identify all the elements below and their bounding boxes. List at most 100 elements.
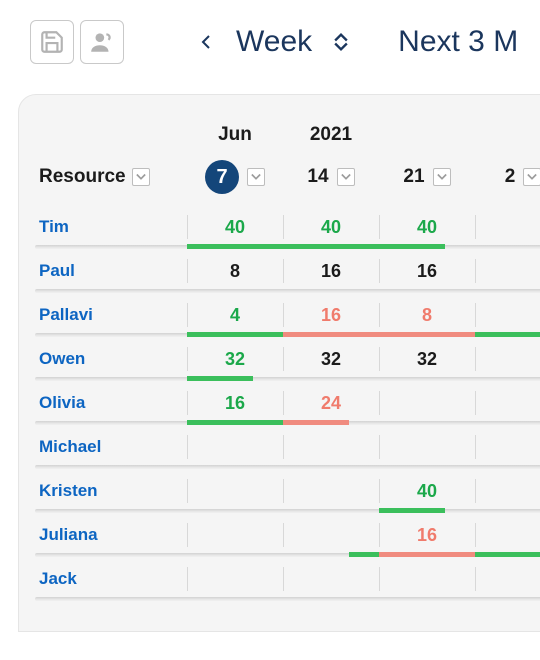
allocation-rows: Tim404040Paul81616Pallavi4168Owen323232O… bbox=[19, 205, 540, 601]
allocation-bar bbox=[187, 376, 253, 381]
period-selector[interactable]: Week bbox=[236, 25, 348, 59]
allocation-cell[interactable]: 4 bbox=[187, 293, 283, 337]
date-label: 14 bbox=[307, 166, 328, 188]
period-label: Week bbox=[236, 25, 312, 59]
allocation-cell[interactable] bbox=[475, 557, 540, 601]
date-column-header[interactable]: 21 bbox=[379, 159, 475, 195]
allocation-value: 32 bbox=[321, 349, 341, 370]
allocation-cell[interactable]: 8 bbox=[379, 293, 475, 337]
date-label: 21 bbox=[403, 166, 424, 188]
allocation-value: 40 bbox=[417, 481, 437, 502]
allocation-bar bbox=[187, 420, 283, 425]
chevron-up-icon bbox=[334, 32, 348, 42]
range-label[interactable]: Next 3 M bbox=[398, 25, 518, 59]
resource-name-link[interactable]: Tim bbox=[19, 205, 187, 249]
allocation-cell[interactable] bbox=[475, 205, 540, 249]
chevron-down-icon bbox=[437, 173, 447, 181]
allocation-bar bbox=[379, 244, 445, 249]
allocation-cell[interactable]: 40 bbox=[379, 205, 475, 249]
allocation-value: 40 bbox=[225, 217, 245, 238]
allocation-bar bbox=[349, 552, 379, 557]
assign-user-icon bbox=[89, 29, 115, 55]
chevron-down-icon bbox=[334, 42, 348, 52]
allocation-cell[interactable]: 32 bbox=[187, 337, 283, 381]
date-column-header[interactable]: 7 bbox=[187, 159, 283, 195]
allocation-cell[interactable] bbox=[475, 337, 540, 381]
resource-name-link[interactable]: Michael bbox=[19, 425, 187, 469]
allocation-cell[interactable]: 32 bbox=[283, 337, 379, 381]
resource-name-link[interactable]: Kristen bbox=[19, 469, 187, 513]
allocation-cell[interactable] bbox=[187, 513, 283, 557]
allocation-cell[interactable] bbox=[187, 425, 283, 469]
allocation-bar bbox=[283, 244, 379, 249]
allocation-bar bbox=[187, 244, 283, 249]
period-stepper[interactable] bbox=[334, 32, 348, 52]
date-column-header[interactable]: 2 bbox=[475, 159, 540, 195]
assign-user-button[interactable] bbox=[80, 20, 124, 64]
table-row: Jack bbox=[19, 557, 540, 601]
allocation-value: 8 bbox=[422, 305, 432, 326]
allocation-cell[interactable]: 24 bbox=[283, 381, 379, 425]
resource-column-header[interactable]: Resource bbox=[19, 159, 187, 195]
allocation-cell[interactable] bbox=[379, 557, 475, 601]
date-filter-button[interactable] bbox=[337, 168, 355, 186]
resource-header-label: Resource bbox=[39, 166, 126, 188]
allocation-bar bbox=[379, 552, 475, 557]
save-button[interactable] bbox=[30, 20, 74, 64]
allocation-cell[interactable] bbox=[283, 425, 379, 469]
resource-name-link[interactable]: Olivia bbox=[19, 381, 187, 425]
date-column-header[interactable]: 14 bbox=[283, 159, 379, 195]
allocation-bar bbox=[475, 332, 540, 337]
allocation-cell[interactable]: 40 bbox=[379, 469, 475, 513]
allocation-value: 16 bbox=[321, 261, 341, 282]
month-label: Jun bbox=[187, 117, 283, 153]
table-row: Michael bbox=[19, 425, 540, 469]
allocation-cell[interactable]: 16 bbox=[379, 249, 475, 293]
allocation-cell[interactable]: 16 bbox=[283, 249, 379, 293]
resource-name-link[interactable]: Juliana bbox=[19, 513, 187, 557]
allocation-cell[interactable] bbox=[475, 513, 540, 557]
allocation-cell[interactable] bbox=[187, 557, 283, 601]
allocation-cell[interactable] bbox=[475, 293, 540, 337]
chevron-down-icon bbox=[136, 173, 146, 181]
date-filter-button[interactable] bbox=[523, 168, 540, 186]
prev-period-button[interactable] bbox=[200, 34, 212, 50]
allocation-cell[interactable]: 16 bbox=[187, 381, 283, 425]
allocation-cell[interactable] bbox=[379, 381, 475, 425]
allocation-value: 40 bbox=[321, 217, 341, 238]
allocation-cell[interactable] bbox=[475, 381, 540, 425]
resource-name-link[interactable]: Pallavi bbox=[19, 293, 187, 337]
allocation-cell[interactable]: 8 bbox=[187, 249, 283, 293]
resource-name-link[interactable]: Jack bbox=[19, 557, 187, 601]
allocation-cell[interactable]: 16 bbox=[283, 293, 379, 337]
allocation-value: 24 bbox=[321, 393, 341, 414]
allocation-cell[interactable]: 16 bbox=[379, 513, 475, 557]
allocation-cell[interactable] bbox=[283, 557, 379, 601]
allocation-bar bbox=[379, 508, 445, 513]
allocation-value: 32 bbox=[417, 349, 437, 370]
resource-name-link[interactable]: Owen bbox=[19, 337, 187, 381]
allocation-cell[interactable]: 40 bbox=[283, 205, 379, 249]
date-filter-button[interactable] bbox=[247, 168, 265, 186]
allocation-cell[interactable] bbox=[379, 425, 475, 469]
month-header-row: Jun 2021 bbox=[19, 117, 540, 153]
date-filter-button[interactable] bbox=[433, 168, 451, 186]
allocation-cell[interactable] bbox=[475, 469, 540, 513]
allocation-value: 16 bbox=[417, 261, 437, 282]
allocation-cell[interactable] bbox=[283, 469, 379, 513]
allocation-bar bbox=[475, 552, 540, 557]
resource-name-link[interactable]: Paul bbox=[19, 249, 187, 293]
chevron-down-icon bbox=[527, 173, 537, 181]
toolbar: Week Next 3 M bbox=[0, 0, 540, 94]
allocation-bar bbox=[379, 332, 475, 337]
allocation-cell[interactable] bbox=[475, 249, 540, 293]
dates-header-row: Resource 7 14 21 2 bbox=[19, 153, 540, 201]
allocation-cell[interactable] bbox=[283, 513, 379, 557]
allocation-cell[interactable] bbox=[187, 469, 283, 513]
chevron-down-icon bbox=[341, 173, 351, 181]
allocation-cell[interactable]: 40 bbox=[187, 205, 283, 249]
allocation-bar bbox=[283, 332, 379, 337]
allocation-cell[interactable]: 32 bbox=[379, 337, 475, 381]
allocation-cell[interactable] bbox=[475, 425, 540, 469]
resource-filter-button[interactable] bbox=[132, 168, 150, 186]
